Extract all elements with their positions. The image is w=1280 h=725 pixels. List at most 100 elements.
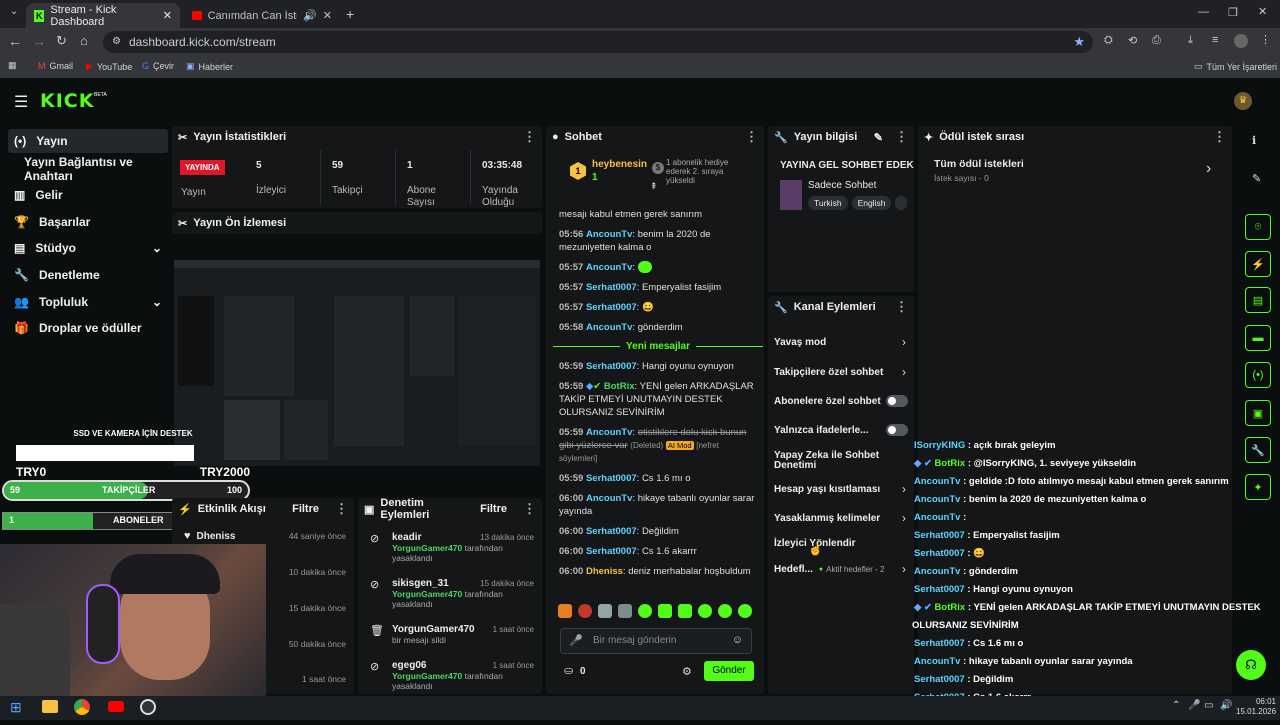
windows-start-icon[interactable]: ⊞ — [10, 699, 22, 716]
user-avatar[interactable]: ♛ — [1234, 92, 1252, 110]
clock[interactable]: 06:01 15.01.2026 — [1236, 697, 1276, 717]
close-window-icon[interactable]: ✕ — [1258, 5, 1267, 18]
tab-search-icon[interactable]: ⌄ — [6, 6, 22, 17]
action-ai-moderation[interactable]: Yapay Zeka ile Sohbet Denetimi — [774, 450, 910, 472]
sidebar-item-stream-key[interactable]: Yayın Bağlantısı ve Anahtarı — [8, 155, 178, 183]
bookmark-translate[interactable]: G Çevir — [142, 61, 174, 71]
rail-button-notes[interactable]: ▤ — [1245, 287, 1271, 313]
network-icon[interactable]: ▭ — [1204, 700, 1213, 711]
settings-icon[interactable]: ⚙ — [682, 665, 692, 678]
send-button[interactable]: Gönder — [704, 661, 754, 681]
menu-icon[interactable]: ⋮ — [1260, 33, 1271, 46]
minimize-icon[interactable]: — — [1198, 6, 1209, 18]
kebab-menu-icon[interactable]: ⋮ — [335, 501, 348, 517]
bookmark-gmail[interactable]: M Gmail — [38, 61, 73, 71]
emote-icon[interactable] — [638, 604, 652, 618]
download-icon[interactable]: ⤓ — [1188, 34, 1193, 47]
hamburger-menu-icon[interactable]: ☰ — [14, 92, 28, 112]
profile-avatar[interactable] — [1234, 34, 1248, 48]
kebab-menu-icon[interactable]: ⋮ — [523, 501, 536, 517]
sidebar-item-basarilar[interactable]: 🏆 Başarılar — [8, 210, 168, 234]
bookmark-youtube[interactable]: ▶ YouTube — [86, 61, 132, 72]
all-rewards-link[interactable]: Tüm ödül istekleri — [934, 158, 1024, 170]
sidebar-item-droplar[interactable]: 🎁 Droplar ve ödüller — [8, 316, 168, 340]
emote-icon[interactable] — [718, 604, 732, 618]
emote-icon[interactable] — [678, 604, 692, 618]
obs-icon[interactable] — [140, 699, 156, 715]
translate-icon[interactable]: ⟲ — [1128, 34, 1137, 47]
edit-icon[interactable]: ✎ — [1252, 172, 1261, 185]
tab-youtube[interactable]: Canımdan Can İste (Senin U 🔊 ✕ — [184, 3, 340, 28]
emote-icon[interactable] — [598, 604, 612, 618]
emote-icon[interactable] — [738, 604, 752, 618]
sidebar-item-denetleme[interactable]: 🔧 Denetleme — [8, 263, 168, 287]
filter-button[interactable]: Filtre — [292, 503, 319, 515]
edit-icon[interactable]: ✎ — [874, 131, 883, 144]
sidebar-item-studyo[interactable]: ▤ Stüdyo ⌄ — [8, 236, 168, 260]
subs-only-toggle[interactable] — [886, 395, 908, 407]
file-explorer-icon[interactable] — [42, 700, 58, 713]
print-icon[interactable]: ⎙ — [1152, 34, 1161, 47]
info-icon[interactable]: ℹ — [1252, 134, 1256, 147]
tag[interactable] — [895, 196, 908, 210]
audio-icon[interactable]: 🔊 — [303, 9, 317, 22]
tray-chevron-icon[interactable]: ⌃ — [1172, 700, 1180, 711]
chrome-icon[interactable] — [74, 699, 90, 715]
sidebar-item-yayin[interactable]: (•) Yayın — [8, 129, 168, 153]
emote-icon[interactable] — [698, 604, 712, 618]
bookmark-star-icon[interactable]: ★ — [1073, 31, 1085, 53]
tag[interactable]: Turkish — [808, 196, 848, 210]
microphone-icon[interactable]: 🎤 — [569, 634, 583, 647]
forward-icon[interactable]: → — [32, 33, 46, 49]
action-banned-words[interactable]: Yasaklanmış kelimeler — [774, 509, 910, 527]
new-tab-icon[interactable]: + — [346, 6, 354, 22]
microphone-tray-icon[interactable]: 🎤 — [1188, 700, 1200, 711]
sidebar-item-topluluk[interactable]: 👥 Topluluk ⌄ — [8, 290, 168, 314]
extension-icon[interactable]: ⛭ — [1104, 34, 1113, 47]
rail-button-rewards[interactable]: ✦ — [1245, 474, 1271, 500]
emote-icon[interactable] — [578, 604, 592, 618]
youtube-app-icon[interactable] — [108, 701, 124, 712]
chat-input[interactable]: 🎤 Bir mesaj gönderin ☺ — [560, 628, 752, 654]
site-info-icon[interactable]: ⚙ — [112, 31, 121, 53]
tab-kick-dashboard[interactable]: K Stream - Kick Dashboard ✕ — [26, 3, 180, 28]
action-slow-mode[interactable]: Yavaş mod — [774, 333, 910, 351]
action-goals[interactable]: Hedefl... ● Aktif hedefler - 2 — [774, 560, 910, 578]
bookmark-news[interactable]: ▣ Haberler — [186, 61, 233, 72]
rail-button-chat[interactable]: ▬ — [1245, 325, 1271, 351]
kebab-menu-icon[interactable]: ⋮ — [523, 129, 536, 145]
rail-button-wrench[interactable]: 🔧 — [1245, 437, 1271, 463]
back-icon[interactable]: ← — [8, 33, 22, 49]
emote-icon[interactable] — [658, 604, 672, 618]
chevron-right-icon[interactable]: › — [1206, 160, 1211, 178]
kebab-menu-icon[interactable]: ⋮ — [895, 129, 908, 145]
restore-icon[interactable]: ❐ — [1228, 6, 1238, 19]
close-tab-icon[interactable]: ✕ — [323, 9, 332, 22]
tag[interactable]: English — [851, 196, 892, 210]
emote-icon[interactable] — [618, 604, 632, 618]
kebab-menu-icon[interactable]: ⋮ — [1213, 129, 1226, 145]
action-followers-only[interactable]: Takipçilere özel sohbet — [774, 363, 910, 381]
kick-logo[interactable]: KICK — [40, 90, 94, 112]
rail-button-camera[interactable]: ⌾ — [1245, 214, 1271, 240]
kebab-menu-icon[interactable]: ⋮ — [745, 129, 758, 145]
reload-icon[interactable]: ↻ — [56, 33, 67, 49]
volume-icon[interactable]: 🔊 — [1220, 700, 1232, 711]
collapse-icon[interactable]: ⇞ — [650, 181, 658, 192]
apps-grid-icon[interactable]: ▦ — [8, 60, 17, 71]
home-icon[interactable]: ⌂ — [80, 33, 88, 48]
all-bookmarks[interactable]: ▭ Tüm Yer İşaretleri — [1194, 61, 1277, 72]
emoji-icon[interactable]: ☺ — [732, 634, 743, 646]
url-input[interactable]: ⚙ dashboard.kick.com/stream ★ — [103, 31, 1093, 53]
rail-button-bolt[interactable]: ⚡ — [1245, 251, 1271, 277]
rail-button-modlog[interactable]: ▣ — [1245, 400, 1271, 426]
emotes-only-toggle[interactable] — [886, 424, 908, 436]
sidebar-item-gelir[interactable]: ▥ Gelir — [8, 183, 168, 207]
kebab-menu-icon[interactable]: ⋮ — [895, 299, 908, 315]
close-tab-icon[interactable]: ✕ — [163, 9, 172, 22]
filter-button[interactable]: Filtre — [480, 503, 507, 515]
media-icon[interactable]: ≡ — [1212, 34, 1218, 46]
action-account-age[interactable]: Hesap yaşı kısıtlaması — [774, 480, 910, 498]
emote-icon[interactable] — [558, 604, 572, 618]
rail-button-broadcast[interactable]: (•) — [1245, 362, 1271, 388]
